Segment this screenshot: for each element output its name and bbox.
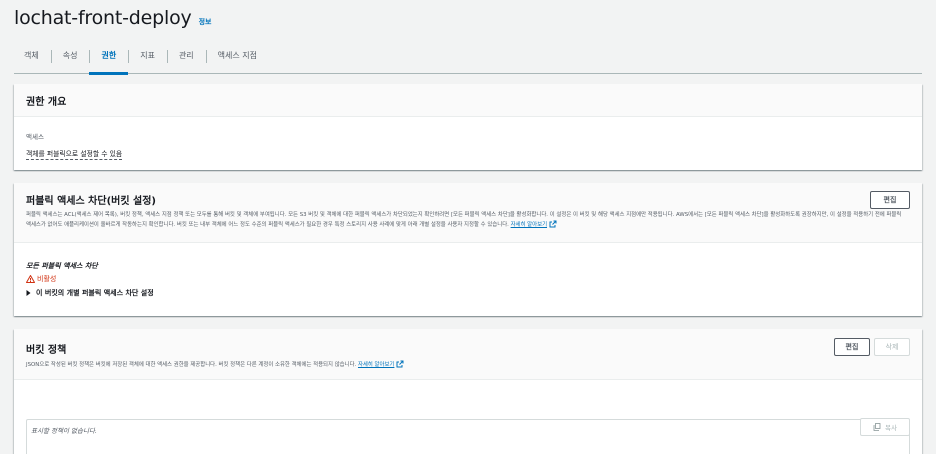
expand-label: 이 버킷의 개별 퍼블릭 액세스 차단 설정 [36,289,154,297]
panel-title: 퍼블릭 액세스 차단(버킷 설정) [26,196,156,207]
page-header: lochat-front-deploy 정보 [14,7,211,29]
caret-right-icon [26,290,31,296]
edit-policy-button[interactable]: 편집 [834,338,870,356]
panel-description: JSON으로 작성된 버킷 정책은 버킷에 저장된 객체에 대한 액세스 권한을… [26,360,910,370]
policy-editor: 표시할 정책이 없습니다. [26,419,910,454]
empty-policy-text: 표시할 정책이 없습니다. [31,427,97,435]
panel-header: 권한 개요 [14,84,922,117]
external-link-icon [396,360,404,368]
learn-more-link[interactable]: 자세히 알아보기 [511,222,547,228]
expand-individual-settings[interactable]: 이 버킷의 개별 퍼블릭 액세스 차단 설정 [26,288,154,298]
tab-metrics[interactable]: 지표 [128,44,167,74]
panel-header: 퍼블릭 액세스 차단(버킷 설정) 퍼블릭 액세스는 ACL(액세스 제어 목록… [14,183,922,243]
warning-icon [26,275,35,283]
bucket-title: lochat-front-deploy [14,7,192,29]
access-value[interactable]: 객체를 퍼블릭으로 설정할 수 있음 [26,148,123,160]
permissions-overview-panel: 권한 개요 액세스 객체를 퍼블릭으로 설정할 수 있음 [14,84,922,170]
panel-header: 버킷 정책 JSON으로 작성된 버킷 정책은 버킷에 저장된 객체에 대한 액… [14,329,922,380]
copy-policy-button[interactable]: 복사 [860,418,910,436]
tab-management[interactable]: 관리 [166,44,206,74]
status-inactive: 비활성 [26,274,154,284]
access-label: 액세스 [26,133,44,141]
tab-properties[interactable]: 속성 [50,44,90,74]
status-text: 비활성 [37,275,57,283]
tab-access-points[interactable]: 액세스 지점 [205,44,269,74]
tab-permissions[interactable]: 권한 [89,44,128,75]
block-public-settings: 모든 퍼블릭 액세스 차단 비활성 이 버킷의 개별 퍼블릭 액세스 차단 설정 [26,261,154,298]
panel-title: 버킷 정책 [26,345,67,356]
learn-more-link[interactable]: 자세히 알아보기 [358,362,394,368]
tab-objects[interactable]: 객체 [14,44,51,74]
info-link[interactable]: 정보 [199,17,212,27]
delete-policy-button[interactable]: 삭제 [874,338,910,356]
access-summary: 액세스 객체를 퍼블릭으로 설정할 수 있음 [26,131,123,160]
bucket-policy-panel: 버킷 정책 JSON으로 작성된 버킷 정책은 버킷에 저장된 객체에 대한 액… [14,329,922,454]
tab-bar: 객체 속성 권한 지표 관리 액세스 지점 [14,44,922,75]
block-public-access-panel: 퍼블릭 액세스 차단(버킷 설정) 퍼블릭 액세스는 ACL(액세스 제어 목록… [14,183,922,316]
all-block-label: 모든 퍼블릭 액세스 차단 [26,262,98,270]
panel-description: 퍼블릭 액세스는 ACL(액세스 제어 목록), 버킷 정책, 액세스 지점 정… [26,212,902,228]
copy-icon [873,423,881,431]
edit-block-public-button[interactable]: 편집 [870,191,910,209]
external-link-icon [549,220,557,228]
copy-label: 복사 [885,425,897,432]
panel-title: 권한 개요 [26,96,67,108]
